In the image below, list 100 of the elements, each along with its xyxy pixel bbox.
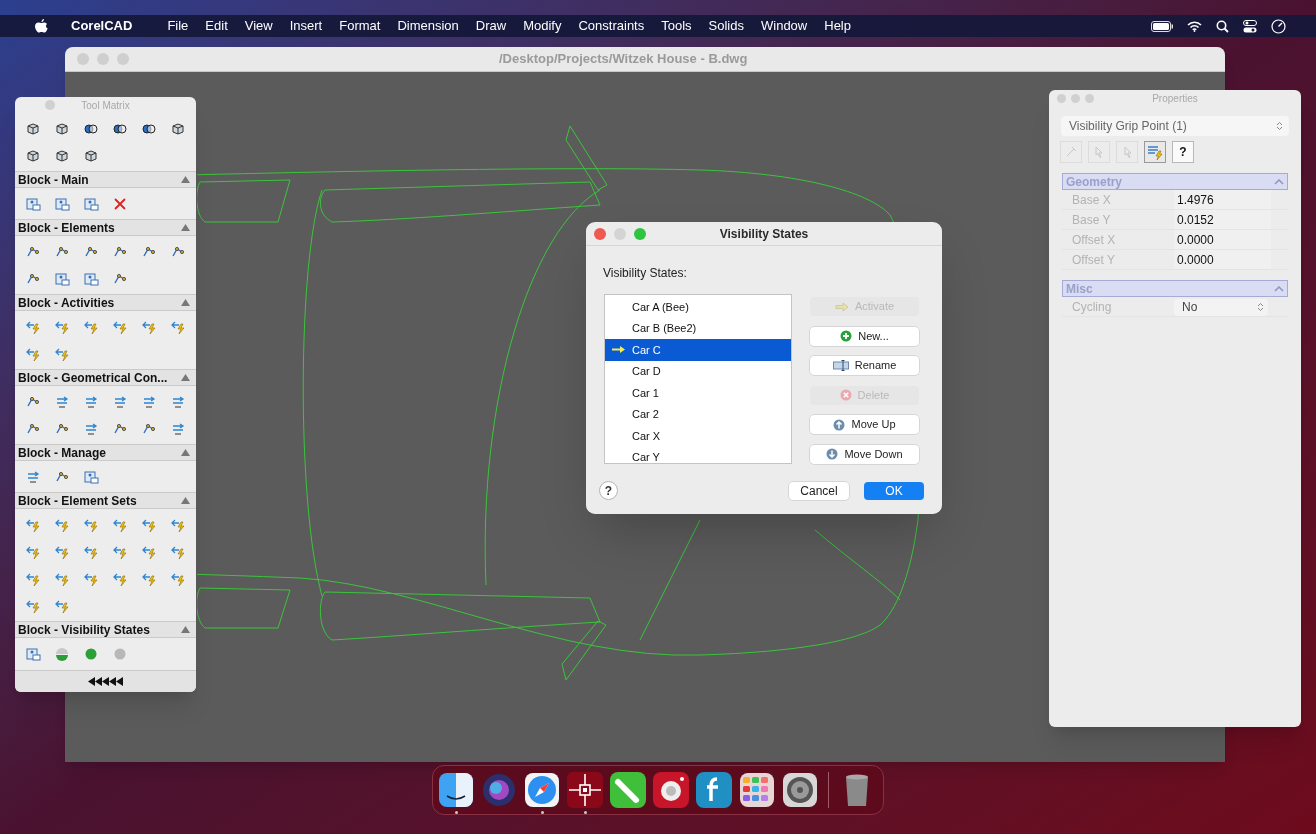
solid-tool-icon[interactable]: [53, 147, 70, 164]
collapse-icon[interactable]: [1274, 178, 1284, 185]
list-item[interactable]: Car B (Bee2): [605, 317, 791, 339]
font-app-icon[interactable]: [695, 771, 733, 809]
menu-item[interactable]: Help: [816, 16, 859, 36]
down-arrow-icon: [826, 448, 839, 460]
dialog-button[interactable]: Rename: [810, 356, 919, 375]
rename-icon: [832, 360, 849, 371]
value-dropdown[interactable]: No: [1174, 298, 1268, 316]
control-center-icon[interactable]: [1243, 19, 1257, 33]
section-header[interactable]: Block - Elements: [15, 219, 196, 236]
close-button[interactable]: [594, 228, 606, 240]
help-button[interactable]: ?: [599, 481, 618, 500]
menu-item[interactable]: Draw: [467, 16, 515, 36]
pencil-icon[interactable]: [609, 771, 647, 809]
collapse-icon[interactable]: [181, 497, 190, 504]
camera-icon[interactable]: [652, 771, 690, 809]
dialog-button[interactable]: Move Down: [810, 444, 919, 464]
compass-icon[interactable]: [523, 771, 561, 809]
value-field[interactable]: 1.4976: [1174, 190, 1271, 209]
group-title: Geometry: [1066, 173, 1123, 191]
menu-item[interactable]: Constraints: [570, 16, 653, 36]
panel-title: Properties: [1152, 92, 1198, 106]
solid-tool-icon[interactable]: [170, 120, 187, 137]
block-tool-icon[interactable]: [24, 195, 41, 212]
solid-tool-icon[interactable]: [24, 120, 41, 137]
value-field[interactable]: 0.0152: [1174, 210, 1271, 229]
block-tool-icon[interactable]: [82, 468, 99, 485]
collapse-icon[interactable]: [181, 176, 190, 183]
block-tool-icon[interactable]: [82, 270, 99, 287]
block-tool-icon[interactable]: [82, 195, 99, 212]
solid-tool-icon[interactable]: [53, 120, 70, 137]
menu-item[interactable]: View: [236, 16, 281, 36]
collapse-arrows-icon[interactable]: [87, 677, 124, 686]
arrow-icon: [834, 301, 849, 312]
solid-tool-icon[interactable]: [82, 147, 99, 164]
value-field[interactable]: 0.0000: [1174, 230, 1271, 249]
app-grid-icon[interactable]: [738, 771, 776, 809]
siri-icon[interactable]: [480, 771, 518, 809]
section-header[interactable]: Block - Manage: [15, 444, 196, 461]
menu-item[interactable]: Dimension: [389, 16, 467, 36]
property-label: Base X: [1071, 191, 1112, 209]
menu-item[interactable]: Modify: [515, 16, 570, 36]
search-icon[interactable]: [1216, 19, 1229, 33]
menu-item[interactable]: Tools: [653, 16, 700, 36]
property-label: Offset X: [1071, 231, 1117, 249]
toolbar-button[interactable]: ?: [1172, 141, 1194, 163]
half-circle-icon[interactable]: [53, 645, 70, 662]
section-header[interactable]: Block - Visibility States: [15, 621, 196, 638]
list-item[interactable]: Car 2: [605, 403, 791, 425]
apple-icon[interactable]: [35, 18, 48, 34]
menu-item[interactable]: Solids: [700, 16, 752, 36]
section-header[interactable]: Block - Element Sets: [15, 492, 196, 509]
delete-icon[interactable]: [112, 195, 129, 212]
finder-icon[interactable]: [437, 771, 475, 809]
section-header[interactable]: Block - Activities: [15, 294, 196, 311]
block-tool-icon[interactable]: [53, 270, 70, 287]
menu-item[interactable]: File: [159, 16, 197, 36]
list-item[interactable]: Car 1: [605, 382, 791, 404]
collapse-icon[interactable]: [181, 449, 190, 456]
collapse-icon[interactable]: [181, 374, 190, 381]
value-field[interactable]: 0.0000: [1174, 250, 1271, 269]
collapse-icon[interactable]: [181, 626, 190, 633]
list-item[interactable]: Car D: [605, 360, 791, 382]
dialog-button[interactable]: OK: [864, 481, 924, 500]
zoom-button[interactable]: [634, 228, 646, 240]
block-tool-icon[interactable]: [24, 645, 41, 662]
solid-tool-icon[interactable]: [24, 147, 41, 164]
collapse-icon[interactable]: [181, 224, 190, 231]
menu-item[interactable]: Insert: [281, 16, 331, 36]
list-bolt-icon: [1147, 144, 1163, 160]
up-arrow-icon: [833, 418, 846, 431]
app-menu[interactable]: CorelCAD: [70, 16, 134, 36]
gauge-icon[interactable]: [1271, 18, 1286, 34]
section-title: Block - Manage: [18, 444, 107, 462]
collapse-icon[interactable]: [181, 299, 190, 306]
battery-icon[interactable]: [1151, 20, 1173, 32]
wifi-icon[interactable]: [1187, 20, 1202, 32]
property-label: Cycling: [1071, 298, 1113, 316]
section-title: Block - Main: [18, 171, 89, 189]
section-header[interactable]: Block - Main: [15, 171, 196, 188]
entity-dropdown[interactable]: Visibility Grip Point (1): [1061, 116, 1289, 136]
list-item[interactable]: Car X: [605, 425, 791, 447]
menu-item[interactable]: Window: [753, 16, 816, 36]
list-item[interactable]: Car Y: [605, 446, 791, 463]
toolbar-button[interactable]: [1144, 141, 1166, 163]
crosshair-icon[interactable]: [566, 771, 604, 809]
dialog-button[interactable]: New...: [810, 326, 919, 346]
section-header[interactable]: Block - Geometrical Con...: [15, 369, 196, 386]
list-item[interactable]: Car A (Bee): [605, 296, 791, 318]
menu-item[interactable]: Edit: [197, 16, 236, 36]
list-item[interactable]: Car C: [605, 339, 791, 361]
block-tool-icon[interactable]: [53, 195, 70, 212]
delete-icon: [839, 389, 852, 401]
dialog-button[interactable]: Move Up: [810, 415, 919, 434]
collapse-icon[interactable]: [1274, 285, 1284, 292]
settings-icon[interactable]: [781, 771, 819, 809]
dialog-button[interactable]: Cancel: [789, 481, 849, 500]
menu-item[interactable]: Format: [331, 16, 389, 36]
dialog-title: Visibility States: [719, 225, 809, 243]
